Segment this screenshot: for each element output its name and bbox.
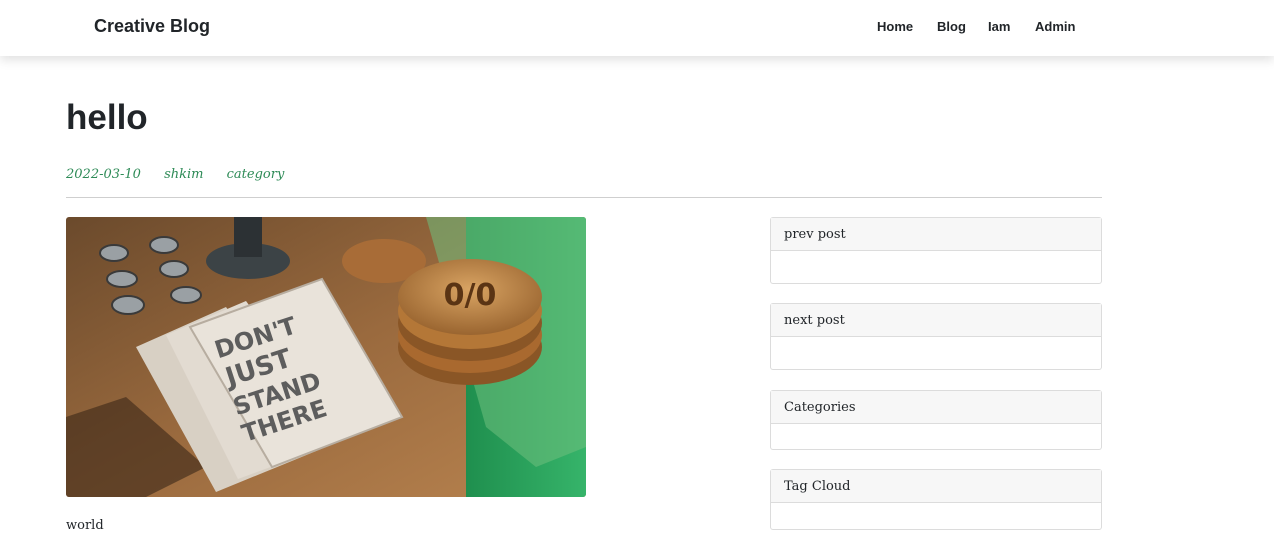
next-post-header: next post bbox=[771, 304, 1101, 337]
nav-admin-link[interactable]: Admin bbox=[1035, 19, 1075, 34]
nav-home-link[interactable]: Home bbox=[877, 19, 913, 34]
post-author-link[interactable]: shkim bbox=[164, 167, 203, 182]
nav-blog-link[interactable]: Blog bbox=[937, 19, 966, 34]
tag-cloud-header: Tag Cloud bbox=[771, 470, 1101, 503]
post-image: 0/0 DON'T JUST STAND THERE bbox=[66, 217, 586, 497]
post-body: world bbox=[66, 518, 104, 533]
nav-links: Home Blog Iam Admin bbox=[0, 19, 1274, 39]
post-meta: 2022-03-10 shkim category bbox=[66, 167, 303, 182]
top-navbar: Creative Blog Home Blog Iam Admin bbox=[0, 0, 1274, 56]
categories-card: Categories bbox=[770, 390, 1102, 450]
prev-post-card: prev post bbox=[770, 217, 1102, 284]
prev-post-header: prev post bbox=[771, 218, 1101, 251]
post-date: 2022-03-10 bbox=[66, 167, 141, 182]
tag-cloud-card: Tag Cloud bbox=[770, 469, 1102, 530]
post-title: hello bbox=[66, 98, 148, 137]
meta-divider bbox=[66, 197, 1102, 198]
next-post-card: next post bbox=[770, 303, 1102, 370]
categories-header: Categories bbox=[771, 391, 1101, 424]
post-category-link[interactable]: category bbox=[227, 167, 285, 182]
svg-text:0/0: 0/0 bbox=[444, 278, 497, 313]
nav-iam-link[interactable]: Iam bbox=[988, 19, 1010, 34]
